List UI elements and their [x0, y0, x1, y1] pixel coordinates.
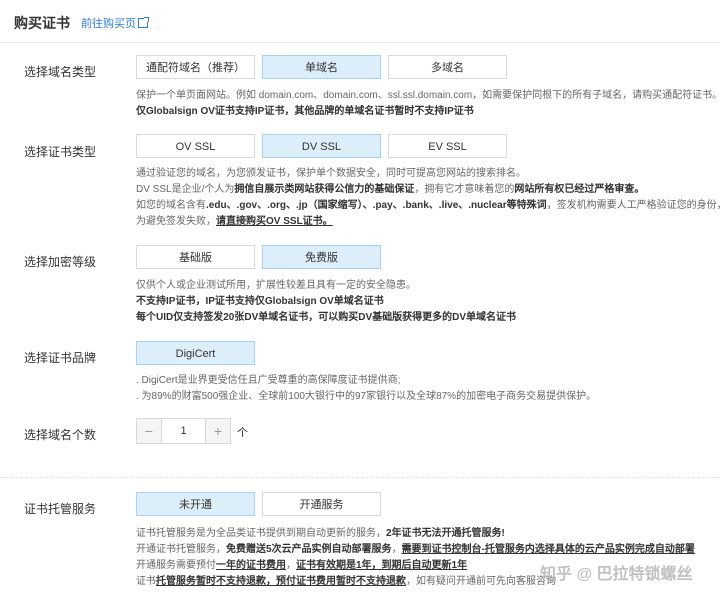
encrypt-level-label: 选择加密等级: [24, 255, 97, 269]
cert-type-desc-line: 如您的域名含有.edu、.gov、.org、.jp（国家缩写）、.pay、.ba…: [136, 198, 720, 214]
domain-type-multi-option[interactable]: 多域名: [388, 55, 507, 79]
desc-text: 为避免签发失败，: [136, 216, 216, 227]
brand-desc-line: . 为89%的财富500强企业、全球前100大银行中的97家银行以及全球87%的…: [136, 391, 597, 402]
cert-type-desc-line: DV SSL是企业/个人为拥信自展示类网站获得公信力的基础保证，拥有它才意味着您…: [136, 182, 720, 198]
desc-text: 证书托管服务是为全品类证书提供到期自动更新的服务，: [136, 528, 386, 539]
cert-type-desc-line: 通过验证您的域名，为您颁发证书，保护单个数据安全，同时可提高您网站的搜索排名。: [136, 168, 526, 179]
hosting-on-option[interactable]: 开通服务: [262, 492, 381, 516]
buy-page-link-label: 前往购买页: [81, 18, 136, 30]
domain-count-stepper: − 1 +: [136, 418, 231, 444]
encrypt-level-desc-line: 仅供个人或企业测试所用，扩展性较差且具有一定的安全隐患。: [136, 280, 416, 291]
domain-count-unit: 个: [237, 427, 248, 439]
page-title: 购买证书: [14, 15, 70, 31]
domain-type-single-option[interactable]: 单域名: [262, 55, 381, 79]
desc-text: 如您的域名含有: [136, 200, 206, 211]
page-header: 购买证书 前往购买页: [0, 0, 720, 43]
domain-count-label: 选择域名个数: [24, 428, 97, 442]
domain-type-label: 选择域名类型: [24, 65, 97, 79]
desc-text: ，签发机构需要人工严格验证您的身份，: [546, 200, 720, 211]
increment-button[interactable]: +: [205, 419, 230, 443]
desc-text: 开通服务需要预付: [136, 560, 216, 571]
desc-emphasis: 证书有效期是1年，到期后自动更新1年: [296, 560, 468, 571]
domain-count-value[interactable]: 1: [161, 419, 206, 443]
domain-type-description: 保护一个单页面网站。例如 domain.com、domain.com、ssl.s…: [136, 88, 720, 120]
desc-text: 证书: [136, 576, 156, 587]
desc-text: 开通证书托管服务，: [136, 544, 226, 555]
encrypt-level-description: 仅供个人或企业测试所用，扩展性较差且具有一定的安全隐患。 不支持IP证书，IP证…: [136, 278, 516, 326]
cert-type-desc-line: 为避免签发失败，请直接购买OV SSL证书。: [136, 214, 720, 230]
section-divider: [0, 477, 720, 478]
desc-text: ，如有疑问开通前可先向客服咨询: [406, 576, 556, 587]
domain-type-desc-line: 保护一个单页面网站。例如 domain.com、domain.com、ssl.s…: [136, 90, 720, 101]
hosting-desc-line: 证书托管服务是为全品类证书提供到期自动更新的服务，2年证书无法开通托管服务!: [136, 526, 695, 542]
encrypt-level-basic-option[interactable]: 基础版: [136, 245, 255, 269]
decrement-button[interactable]: −: [137, 419, 162, 443]
hosting-desc-line: 开通证书托管服务，免费赠送5次云产品实例自动部署服务，需要到证书控制台-托管服务…: [136, 542, 695, 558]
desc-emphasis: 免费赠送5次云产品实例自动部署服务: [226, 544, 392, 555]
encrypt-level-desc-line: 不支持IP证书，IP证书支持仅Globalsign OV单域名证书: [136, 296, 384, 307]
watermark: 知乎 @ 巴拉特锁螺丝: [540, 566, 693, 583]
brand-description: . DigiCert是业界更受信任且广受尊重的高保障度证书提供商; . 为89%…: [136, 373, 596, 405]
desc-text: DV SSL是企业/个人为: [136, 184, 235, 195]
encrypt-level-desc-line: 每个UID仅支持签发20张DV单域名证书，可以购买DV基础版获得更多的DV单域名…: [136, 312, 517, 323]
desc-emphasis: 需要到证书控制台-托管服务内选择具体的云产品实例完成自动部署: [401, 544, 695, 555]
desc-text: ，拥有它才意味着您的: [414, 184, 515, 195]
encrypt-level-free-option[interactable]: 免费版: [262, 245, 381, 269]
external-link-icon: [138, 17, 149, 28]
desc-emphasis: 2年证书无法开通托管服务!: [386, 528, 505, 539]
cert-type-ov-option[interactable]: OV SSL: [136, 134, 255, 158]
ov-ssl-purchase-link[interactable]: 请直接购买OV SSL证书。: [216, 216, 333, 227]
cert-type-label: 选择证书类型: [24, 145, 97, 159]
desc-text: ，: [391, 544, 402, 555]
brand-desc-line: . DigiCert是业界更受信任且广受尊重的高保障度证书提供商;: [136, 375, 401, 386]
desc-text: ，: [286, 560, 296, 571]
cert-type-ev-option[interactable]: EV SSL: [388, 134, 507, 158]
desc-emphasis: .edu、.gov、.org、.jp（国家缩写）、.pay、.bank、.liv…: [206, 200, 547, 211]
desc-emphasis: 网站所有权已经过严格审查。: [514, 184, 645, 195]
domain-type-wildcard-option[interactable]: 通配符域名（推荐）: [136, 55, 255, 79]
cert-type-dv-option[interactable]: DV SSL: [262, 134, 381, 158]
desc-emphasis: 托管服务暂时不支持退款，预付证书费用暂时不支持退款: [156, 576, 406, 587]
hosting-off-option[interactable]: 未开通: [136, 492, 255, 516]
brand-label: 选择证书品牌: [24, 351, 97, 365]
cert-type-description: 通过验证您的域名，为您颁发证书，保护单个数据安全，同时可提高您网站的搜索排名。 …: [136, 166, 720, 230]
brand-digicert-option[interactable]: DigiCert: [136, 341, 255, 365]
desc-emphasis: 一年的证书费用: [216, 560, 286, 571]
desc-emphasis: 拥信自展示类网站获得公信力的基础保证: [234, 184, 415, 195]
hosting-label: 证书托管服务: [24, 502, 97, 516]
buy-page-link[interactable]: 前往购买页: [81, 15, 149, 31]
domain-type-desc-line: 仅Globalsign OV证书支持IP证书，其他品牌的单域名证书暂时不支持IP…: [136, 106, 474, 117]
